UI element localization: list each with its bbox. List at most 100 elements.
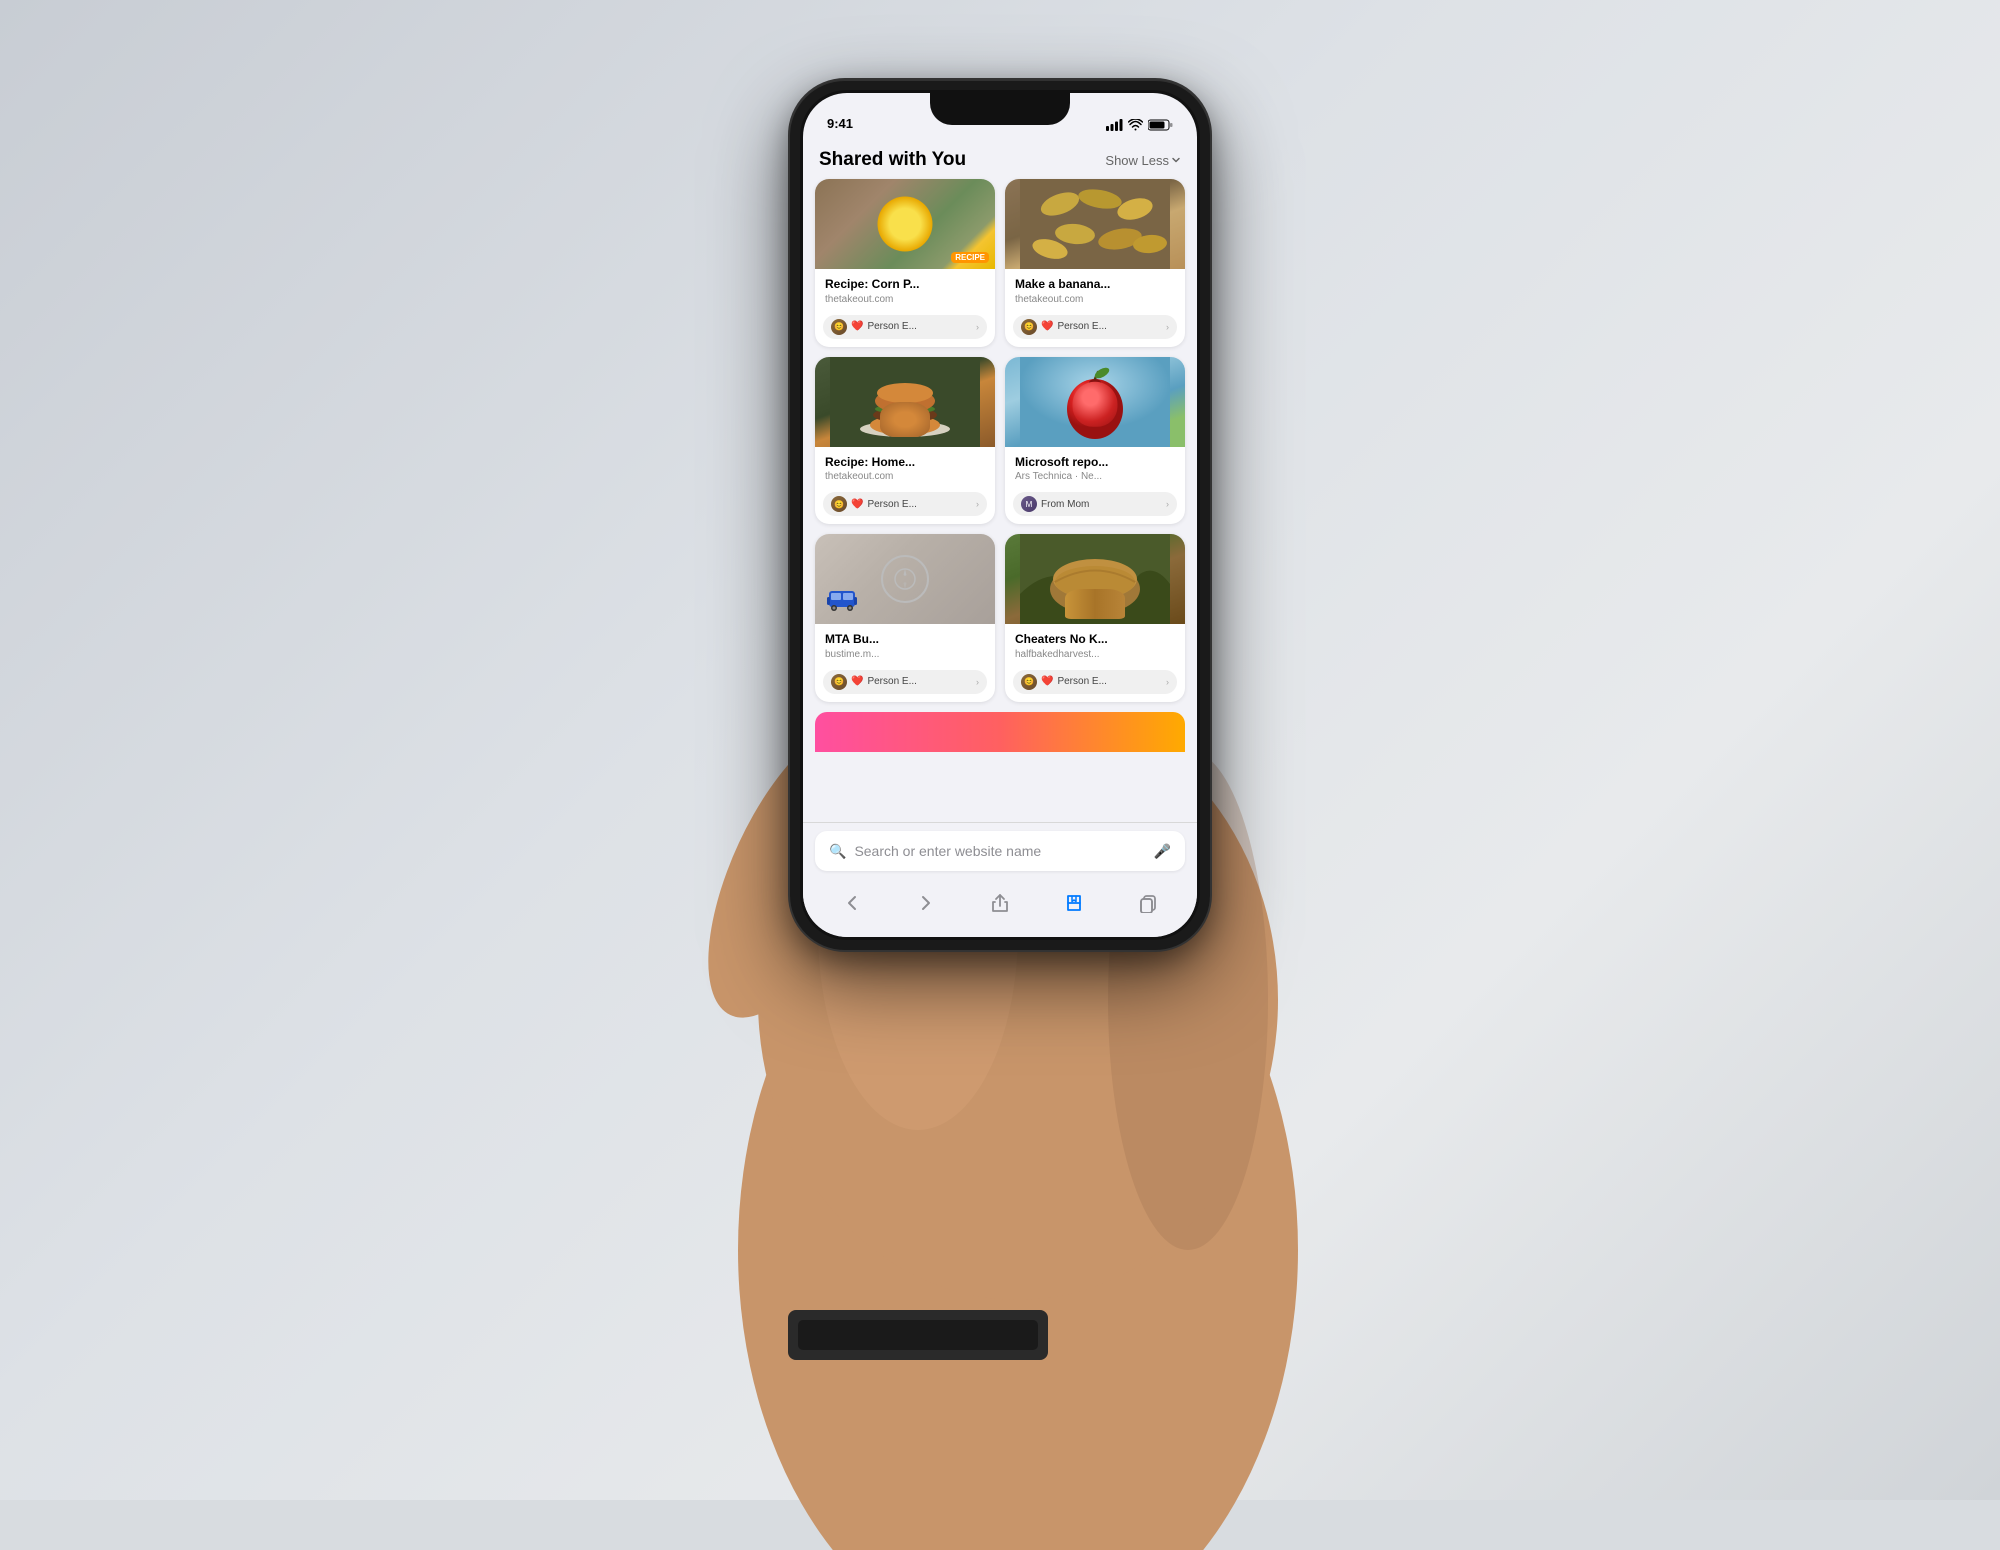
notch <box>930 93 1070 125</box>
card-banana-from[interactable]: 😊 ❤️ Person E... › <box>1013 315 1177 339</box>
scene: 9:41 <box>0 0 2000 1500</box>
card-banana-body: Make a banana... thetakeout.com <box>1005 269 1185 311</box>
card-bread-from-person: Person E... <box>1057 676 1106 687</box>
safari-nav <box>803 877 1197 937</box>
card-corn[interactable]: RECIPE Recipe: Corn P... thetakeout.com … <box>815 179 995 347</box>
banana-illustration <box>1005 179 1185 269</box>
card-microsoft-from-label: From Mom <box>1041 499 1089 510</box>
card-mta-avatar: 😊 <box>831 674 847 690</box>
show-less-button[interactable]: Show Less <box>1105 153 1181 168</box>
show-less-label: Show Less <box>1105 153 1169 168</box>
card-corn-domain: thetakeout.com <box>825 294 985 305</box>
safari-toolbar: 🔍 Search or enter website name 🎤 <box>803 822 1197 877</box>
wifi-icon <box>1128 119 1143 131</box>
card-corn-heart: ❤️ <box>851 321 863 332</box>
card-mta-chevron: › <box>976 677 979 687</box>
bus-icon <box>827 589 857 611</box>
card-burger-heart: ❤️ <box>851 499 863 510</box>
card-bread[interactable]: Cheaters No K... halfbakedharvest... 😊 ❤… <box>1005 534 1185 702</box>
card-corn-avatar: 😊 <box>831 319 847 335</box>
phone: 9:41 <box>790 80 1210 950</box>
share-button[interactable] <box>978 885 1022 921</box>
card-corn-badge: RECIPE <box>951 252 989 263</box>
bookmarks-button[interactable] <box>1052 885 1096 921</box>
address-bar-placeholder: Search or enter website name <box>854 843 1145 859</box>
card-microsoft-avatar: M <box>1021 496 1037 512</box>
card-bread-image <box>1005 534 1185 624</box>
card-mta-domain: bustime.m... <box>825 649 985 660</box>
tabs-button[interactable] <box>1126 885 1170 921</box>
address-bar[interactable]: 🔍 Search or enter website name 🎤 <box>815 831 1185 871</box>
card-corn-from-person: Person E... <box>867 321 916 332</box>
card-mta-from[interactable]: 😊 ❤️ Person E... › <box>823 670 987 694</box>
battery-icon <box>1148 119 1173 131</box>
card-corn-from[interactable]: 😊 ❤️ Person E... › <box>823 315 987 339</box>
shared-with-you-header: Shared with You Show Less <box>803 137 1197 179</box>
card-microsoft-body: Microsoft repo... Ars Technica · Ne... <box>1005 447 1185 489</box>
card-bread-title: Cheaters No K... <box>1015 632 1175 648</box>
cards-grid: RECIPE Recipe: Corn P... thetakeout.com … <box>803 179 1197 712</box>
card-mta[interactable]: MTA Bu... bustime.m... 😊 ❤️ Person E... … <box>815 534 995 702</box>
chevron-right-icon <box>916 893 936 913</box>
chevron-down-icon <box>1171 155 1181 165</box>
card-banana-title: Make a banana... <box>1015 277 1175 293</box>
card-banana-from-person: Person E... <box>1057 321 1106 332</box>
microphone-icon[interactable]: 🎤 <box>1154 843 1171 860</box>
card-banana-chevron: › <box>1166 322 1169 332</box>
card-burger-from-person: Person E... <box>867 499 916 510</box>
card-bread-from[interactable]: 😊 ❤️ Person E... › <box>1013 670 1177 694</box>
card-corn-body: Recipe: Corn P... thetakeout.com <box>815 269 995 311</box>
status-icons <box>1106 119 1173 131</box>
card-bread-heart: ❤️ <box>1041 676 1053 687</box>
card-mta-title: MTA Bu... <box>825 632 985 648</box>
card-mta-from-person: Person E... <box>867 676 916 687</box>
card-corn-image: RECIPE <box>815 179 995 269</box>
book-icon <box>1064 893 1084 913</box>
card-banana-avatar: 😊 <box>1021 319 1037 335</box>
back-button[interactable] <box>830 885 874 921</box>
chevron-left-icon <box>842 893 862 913</box>
card-microsoft-title: Microsoft repo... <box>1015 455 1175 471</box>
signal-icon <box>1106 119 1123 131</box>
card-mta-image <box>815 534 995 624</box>
card-bread-avatar: 😊 <box>1021 674 1037 690</box>
card-corn-chevron: › <box>976 322 979 332</box>
card-microsoft-image <box>1005 357 1185 447</box>
compass-icon <box>893 567 917 591</box>
card-burger-body: Recipe: Home... thetakeout.com <box>815 447 995 489</box>
phone-case: 9:41 <box>790 80 1210 950</box>
bread-illustration <box>1005 534 1185 624</box>
search-icon: 🔍 <box>829 843 846 860</box>
card-microsoft-from[interactable]: M From Mom › <box>1013 492 1177 516</box>
card-banana-image <box>1005 179 1185 269</box>
card-bread-body: Cheaters No K... halfbakedharvest... <box>1005 624 1185 666</box>
card-burger-from[interactable]: 😊 ❤️ Person E... › <box>823 492 987 516</box>
card-microsoft-domain: Ars Technica · Ne... <box>1015 471 1175 482</box>
card-burger-avatar: 😊 <box>831 496 847 512</box>
card-burger-domain: thetakeout.com <box>825 471 985 482</box>
burger-illustration <box>815 357 995 447</box>
card-bread-chevron: › <box>1166 677 1169 687</box>
safari-content[interactable]: Shared with You Show Less <box>803 137 1197 822</box>
share-icon <box>990 893 1010 913</box>
card-banana-domain: thetakeout.com <box>1015 294 1175 305</box>
status-time: 9:41 <box>827 116 853 131</box>
tabs-icon <box>1138 893 1158 913</box>
card-corn-title: Recipe: Corn P... <box>825 277 985 293</box>
partial-bottom-strip <box>815 712 1185 752</box>
card-burger-title: Recipe: Home... <box>825 455 985 471</box>
card-burger-chevron: › <box>976 499 979 509</box>
card-microsoft-chevron: › <box>1166 499 1169 509</box>
card-burger-image <box>815 357 995 447</box>
card-burger[interactable]: Recipe: Home... thetakeout.com 😊 ❤️ Pers… <box>815 357 995 525</box>
card-mta-body: MTA Bu... bustime.m... <box>815 624 995 666</box>
phone-screen-bezel: 9:41 <box>800 90 1200 940</box>
card-bread-domain: halfbakedharvest... <box>1015 649 1175 660</box>
apple-illustration <box>1005 357 1185 447</box>
card-microsoft[interactable]: Microsoft repo... Ars Technica · Ne... M… <box>1005 357 1185 525</box>
forward-button[interactable] <box>904 885 948 921</box>
phone-screen: 9:41 <box>803 93 1197 937</box>
card-banana[interactable]: Make a banana... thetakeout.com 😊 ❤️ Per… <box>1005 179 1185 347</box>
card-banana-heart: ❤️ <box>1041 321 1053 332</box>
card-mta-heart: ❤️ <box>851 676 863 687</box>
